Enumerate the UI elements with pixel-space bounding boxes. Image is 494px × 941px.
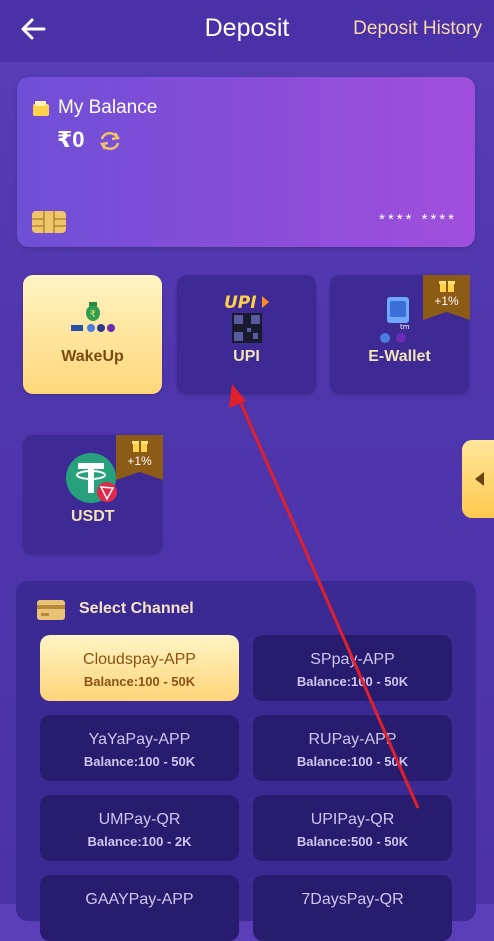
gift-icon — [439, 281, 455, 292]
bonus-text: +1% — [434, 294, 459, 308]
method-usdt[interactable]: USDT +1% — [23, 435, 163, 554]
card-number-mask: **** **** — [379, 211, 457, 228]
e-wallet-icon: tm — [379, 297, 410, 343]
channel-name: UMPay-QR — [98, 811, 181, 828]
channel-balance: Balance:500 - 50K — [296, 834, 409, 849]
balance-card: My Balance ₹0 **** **** — [17, 77, 475, 247]
refresh-icon[interactable] — [97, 129, 123, 153]
card-chip-icon — [32, 211, 66, 233]
channel-balance: Balance:100 - 50K — [296, 754, 409, 769]
channel-option[interactable]: GAAYPay-APP — [40, 875, 239, 941]
side-collapse-tab[interactable] — [462, 440, 494, 518]
channel-name: 7DaysPay-QR — [301, 891, 404, 908]
channel-option[interactable]: 7DaysPay-QR — [253, 875, 452, 941]
channel-option[interactable]: UPIPay-QR Balance:500 - 50K — [253, 795, 452, 861]
channel-balance: Balance:100 - 50K — [296, 674, 409, 689]
svg-text:tm: tm — [400, 323, 410, 331]
chevron-left-icon — [475, 472, 484, 486]
card-icon — [37, 600, 65, 620]
tether-icon — [66, 453, 117, 503]
svg-text:₹: ₹ — [90, 310, 96, 320]
method-upi[interactable]: UPI UPI — [177, 275, 316, 394]
method-label: WakeUp — [61, 348, 124, 365]
balance-label: My Balance — [58, 97, 158, 118]
channel-option[interactable]: YaYaPay-APP Balance:100 - 50K — [40, 715, 239, 781]
channel-section-title: Select Channel — [79, 600, 194, 617]
method-label: UPI — [233, 348, 260, 365]
channel-name: UPIPay-QR — [310, 811, 395, 828]
method-e-wallet[interactable]: tm E-Wallet +1% — [330, 275, 470, 394]
deposit-history-link[interactable]: Deposit History — [353, 18, 482, 40]
method-label: E-Wallet — [368, 348, 431, 365]
channel-panel: Select Channel Cloudspay-APP Balance:100… — [16, 581, 476, 941]
wallet-icon — [33, 101, 49, 116]
channel-name: GAAYPay-APP — [85, 891, 194, 908]
balance-amount: ₹0 — [57, 127, 85, 152]
header: Deposit Deposit History — [0, 0, 494, 62]
channel-option[interactable]: UMPay-QR Balance:100 - 2K — [40, 795, 239, 861]
channel-balance: Balance:100 - 50K — [83, 674, 196, 689]
channel-balance: Balance:100 - 50K — [83, 754, 196, 769]
channel-name: YaYaPay-APP — [88, 731, 191, 748]
upi-qr-icon: UPI — [224, 293, 269, 343]
bonus-text: +1% — [127, 454, 152, 468]
channel-name: RUPay-APP — [308, 731, 397, 748]
channel-name: SPpay-APP — [310, 651, 395, 668]
bonus-badge: +1% — [116, 435, 163, 480]
gift-icon — [132, 441, 148, 452]
channel-option[interactable]: Cloudspay-APP Balance:100 - 50K — [40, 635, 239, 701]
channel-balance: Balance:100 - 2K — [87, 834, 192, 849]
svg-text:UPI: UPI — [224, 293, 257, 313]
channel-name: Cloudspay-APP — [83, 651, 196, 668]
channel-option[interactable]: RUPay-APP Balance:100 - 50K — [253, 715, 452, 781]
bonus-badge: +1% — [423, 275, 470, 320]
method-label: USDT — [71, 508, 115, 525]
channel-option[interactable]: SPpay-APP Balance:100 - 50K — [253, 635, 452, 701]
method-wakeup[interactable]: ₹ WakeUp — [23, 275, 162, 394]
money-bag-icon: ₹ — [70, 302, 115, 332]
